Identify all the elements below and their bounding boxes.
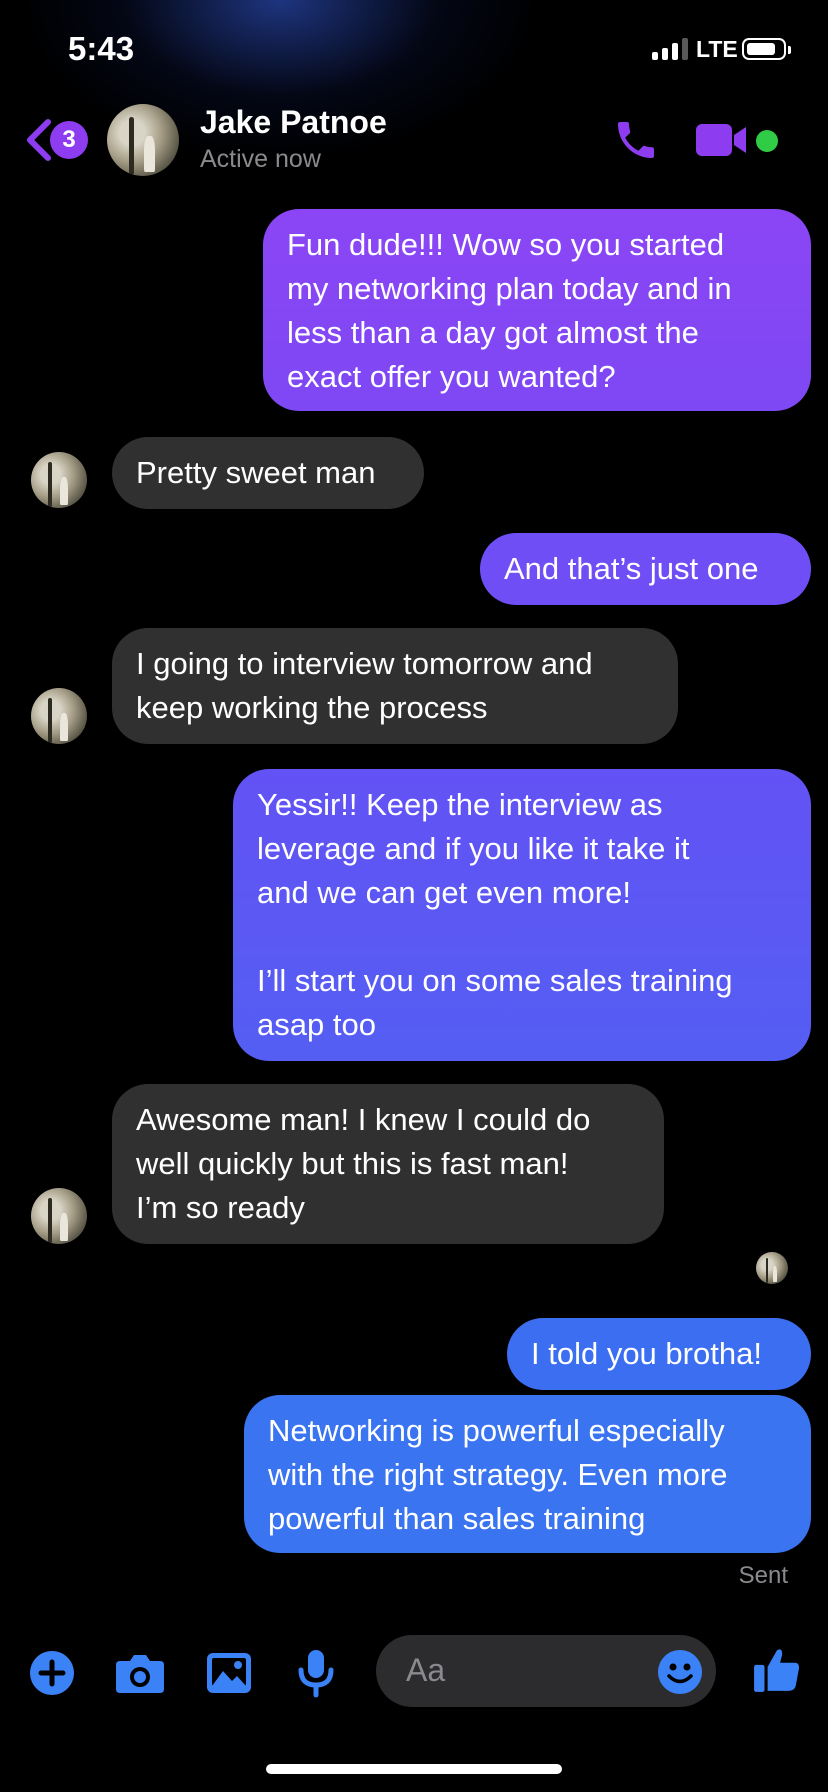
phone-icon[interactable] (612, 116, 660, 164)
status-time: 5:43 (68, 30, 135, 67)
online-indicator (756, 130, 778, 152)
network-label: LTE (696, 36, 738, 62)
thumbs-up-icon[interactable] (752, 1644, 802, 1694)
plus-icon[interactable] (28, 1649, 76, 1697)
contact-name[interactable]: Jake Patnoe (200, 104, 387, 141)
outgoing-message[interactable]: I told you brotha! (507, 1318, 811, 1390)
incoming-message[interactable]: Pretty sweet man (112, 437, 424, 509)
contact-avatar[interactable] (107, 104, 179, 176)
signal-strength-icon (652, 38, 688, 60)
home-indicator[interactable] (266, 1764, 562, 1774)
battery-icon (742, 38, 791, 60)
emoji-icon[interactable] (656, 1648, 704, 1696)
outgoing-message[interactable]: And that’s just one (480, 533, 811, 605)
photo-icon[interactable] (205, 1651, 253, 1695)
outgoing-message[interactable]: Yessir!! Keep the interview as leverage … (233, 769, 811, 1061)
video-camera-icon[interactable] (696, 122, 750, 158)
incoming-message[interactable]: Awesome man! I knew I could do well quic… (112, 1084, 664, 1244)
outgoing-message[interactable]: Fun dude!!! Wow so you started my networ… (263, 209, 811, 411)
camera-icon[interactable] (115, 1651, 165, 1695)
read-receipt-avatar (756, 1252, 788, 1284)
unread-count-badge[interactable]: 3 (50, 121, 88, 159)
sender-avatar (31, 1188, 87, 1244)
contact-status: Active now (200, 145, 321, 173)
sender-avatar (31, 452, 87, 508)
sender-avatar (31, 688, 87, 744)
delivery-status: Sent (738, 1562, 788, 1589)
message-input-placeholder: Aa (406, 1652, 446, 1688)
outgoing-message[interactable]: Networking is powerful especially with t… (244, 1395, 811, 1553)
incoming-message[interactable]: I going to interview tomorrow and keep w… (112, 628, 678, 744)
microphone-icon[interactable] (296, 1648, 336, 1698)
